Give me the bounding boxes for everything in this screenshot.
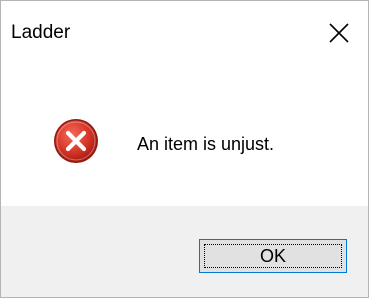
dialog-content: An item is unjust. xyxy=(1,65,368,205)
dialog-footer: OK xyxy=(1,206,368,297)
message-dialog: Ladder An item is unjust. OK xyxy=(0,0,369,298)
ok-button-label: OK xyxy=(259,246,286,266)
close-button[interactable] xyxy=(310,11,368,55)
close-icon xyxy=(329,23,349,43)
title-bar: Ladder xyxy=(1,1,368,65)
ok-button[interactable]: OK xyxy=(199,239,347,273)
error-icon xyxy=(54,119,98,163)
dialog-message: An item is unjust. xyxy=(137,134,275,154)
window-title: Ladder xyxy=(11,22,71,43)
